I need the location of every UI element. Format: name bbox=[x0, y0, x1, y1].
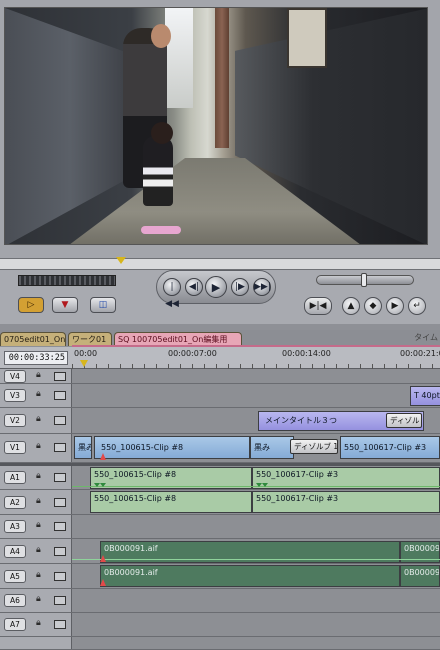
track-label[interactable]: A5 bbox=[4, 570, 26, 583]
speaker-icon[interactable] bbox=[54, 547, 66, 556]
timeline-playhead-icon[interactable] bbox=[80, 360, 88, 367]
track-label[interactable]: A2 bbox=[4, 496, 26, 509]
ruler-ticks[interactable] bbox=[72, 347, 440, 369]
add-keyframe-button[interactable]: ◆ bbox=[364, 297, 382, 315]
track-v3: V3 🔒︎ T 40pt bbox=[0, 384, 440, 408]
next-edit-button[interactable]: ▶▶| bbox=[253, 278, 271, 296]
play-button[interactable]: ▶ bbox=[205, 276, 227, 298]
speaker-icon[interactable] bbox=[54, 596, 66, 605]
mark-clip-button[interactable]: ▶ bbox=[386, 297, 404, 315]
monitor-icon[interactable] bbox=[54, 416, 66, 425]
shuttle-knob[interactable] bbox=[361, 273, 367, 287]
speaker-icon[interactable] bbox=[54, 572, 66, 581]
transport-pill: |◀◀ ◀| ▶ |▶ ▶▶| bbox=[156, 270, 276, 309]
ruler-label: 00:00:07:00 bbox=[168, 349, 217, 358]
step-forward-button[interactable]: |▶ bbox=[231, 278, 249, 296]
speaker-icon[interactable] bbox=[54, 473, 66, 482]
track-v2: V2 🔒︎ メインタイトル３つ ディゾル bbox=[0, 408, 440, 434]
mark-in-button[interactable]: ▷ bbox=[18, 297, 44, 313]
track-a1: A1 🔒︎ 550_100615-Clip #8 550_100617-Clip… bbox=[0, 466, 440, 490]
dissolve-transition[interactable]: ディゾルブ 1 bbox=[290, 439, 338, 454]
lock-icon[interactable]: 🔒︎ bbox=[36, 370, 41, 380]
ruler-label: 00:00:21:0 bbox=[400, 349, 440, 358]
monitor-icon[interactable] bbox=[54, 372, 66, 381]
add-marker-button[interactable]: ▲ bbox=[342, 297, 360, 315]
video-clip[interactable]: 550_100615-Clip #8 bbox=[94, 436, 250, 459]
show-match-button[interactable]: ↵ bbox=[408, 297, 426, 315]
timeline-label: タイム bbox=[414, 333, 438, 342]
title-clip[interactable]: T 40pt bbox=[410, 386, 440, 406]
tab-work-01[interactable]: ワーク01 bbox=[68, 332, 112, 346]
current-timecode-field[interactable]: 00:00:33:25 bbox=[4, 351, 68, 365]
keyframe-icon[interactable] bbox=[100, 483, 106, 487]
timeline-tab-bar: 0705edit01_On ワーク01 SQ 100705edit01_On編集… bbox=[0, 330, 440, 346]
lock-icon[interactable]: 🔒︎ bbox=[36, 471, 41, 481]
track-label[interactable]: V4 bbox=[4, 370, 26, 383]
lock-icon[interactable]: 🔒︎ bbox=[36, 570, 41, 580]
track-a5: A5 🔒︎ 0B000091.aif 0B00009 bbox=[0, 564, 440, 589]
track-body[interactable] bbox=[72, 515, 440, 538]
lock-icon[interactable]: 🔒︎ bbox=[36, 414, 41, 424]
track-label[interactable]: A3 bbox=[4, 520, 26, 533]
ruler-label: 00:00:14:00 bbox=[282, 349, 331, 358]
track-label[interactable]: A1 bbox=[4, 471, 26, 484]
video-frame[interactable] bbox=[4, 7, 428, 245]
lock-icon[interactable]: 🔒︎ bbox=[36, 389, 41, 399]
track-label[interactable]: A4 bbox=[4, 545, 26, 558]
jog-control[interactable] bbox=[18, 275, 116, 286]
track-a2: A2 🔒︎ 550_100615-Clip #8 550_100617-Clip… bbox=[0, 490, 440, 515]
audio-clip[interactable]: 550_100617-Clip #3 bbox=[252, 491, 440, 513]
prev-edit-button[interactable]: |◀◀ bbox=[163, 278, 181, 309]
lock-icon[interactable]: 🔒︎ bbox=[36, 520, 41, 530]
track-a6: A6 🔒︎ bbox=[0, 589, 440, 613]
track-label[interactable]: A7 bbox=[4, 618, 26, 631]
track-body[interactable] bbox=[72, 613, 440, 636]
lock-icon[interactable]: 🔒︎ bbox=[36, 545, 41, 555]
track-label[interactable]: V2 bbox=[4, 414, 26, 427]
track-spacer bbox=[0, 637, 440, 650]
black-clip[interactable]: 黒み bbox=[250, 436, 294, 459]
track-body[interactable] bbox=[72, 369, 440, 383]
lock-icon[interactable]: 🔒︎ bbox=[36, 618, 41, 628]
speaker-icon[interactable] bbox=[54, 522, 66, 531]
video-clip[interactable]: 550_100617-Clip #3 bbox=[340, 436, 440, 459]
speaker-icon[interactable] bbox=[54, 498, 66, 507]
track-body[interactable] bbox=[72, 589, 440, 612]
track-v4: V4 🔒︎ bbox=[0, 369, 440, 384]
monitor-icon[interactable] bbox=[54, 391, 66, 400]
audio-level-line bbox=[72, 559, 440, 560]
mark-out-button[interactable]: ▼ bbox=[52, 297, 78, 313]
playhead-icon[interactable] bbox=[116, 257, 126, 264]
overlay-button[interactable]: ◫ bbox=[90, 297, 116, 313]
lock-icon[interactable]: 🔒︎ bbox=[36, 594, 41, 604]
match-frame-button[interactable]: ▶|◀ bbox=[304, 297, 332, 315]
lock-icon[interactable]: 🔒︎ bbox=[36, 496, 41, 506]
track-a7: A7 🔒︎ bbox=[0, 613, 440, 637]
track-a4: A4 🔒︎ 0B000091.aif 0B00009 bbox=[0, 539, 440, 564]
track-label[interactable]: A6 bbox=[4, 594, 26, 607]
shuttle-slider[interactable] bbox=[316, 273, 414, 287]
monitor-icon[interactable] bbox=[54, 443, 66, 452]
canvas-viewer bbox=[0, 0, 440, 258]
tab-sequence-1[interactable]: 0705edit01_On bbox=[0, 332, 66, 346]
timeline-ruler[interactable]: 00:00:33:25 00:00 00:00:07:00 00:00:14:0… bbox=[0, 347, 440, 369]
audio-clip[interactable]: 550_100615-Clip #8 bbox=[90, 491, 252, 513]
speaker-icon[interactable] bbox=[54, 620, 66, 629]
ruler-label: 00:00 bbox=[74, 349, 98, 358]
step-back-button[interactable]: ◀| bbox=[185, 278, 203, 296]
music-clip[interactable]: 0B000091.aif bbox=[100, 565, 400, 587]
tab-sequence-active[interactable]: SQ 100705edit01_On編集用 bbox=[114, 332, 242, 346]
track-label[interactable]: V3 bbox=[4, 389, 26, 402]
lock-icon[interactable]: 🔒︎ bbox=[36, 441, 41, 451]
black-clip[interactable]: 黒み bbox=[74, 436, 92, 459]
music-clip[interactable]: 0B00009 bbox=[400, 565, 440, 587]
track-v1: V1 🔒︎ 黒み 550_100615-Clip #8 黒み ディゾルブ 1 5… bbox=[0, 434, 440, 463]
track-label[interactable]: V1 bbox=[4, 441, 26, 454]
track-a3: A3 🔒︎ bbox=[0, 515, 440, 539]
dissolve-transition[interactable]: ディゾル bbox=[386, 413, 422, 428]
transport-controls: |◀◀ ◀| ▶ |▶ ▶▶| ▷ ▼ ◫ ▶|◀ ▲ ◆ ▶ ↵ bbox=[0, 270, 440, 324]
keyframe-icon[interactable] bbox=[262, 483, 268, 487]
scrubber-bar[interactable] bbox=[0, 257, 440, 270]
